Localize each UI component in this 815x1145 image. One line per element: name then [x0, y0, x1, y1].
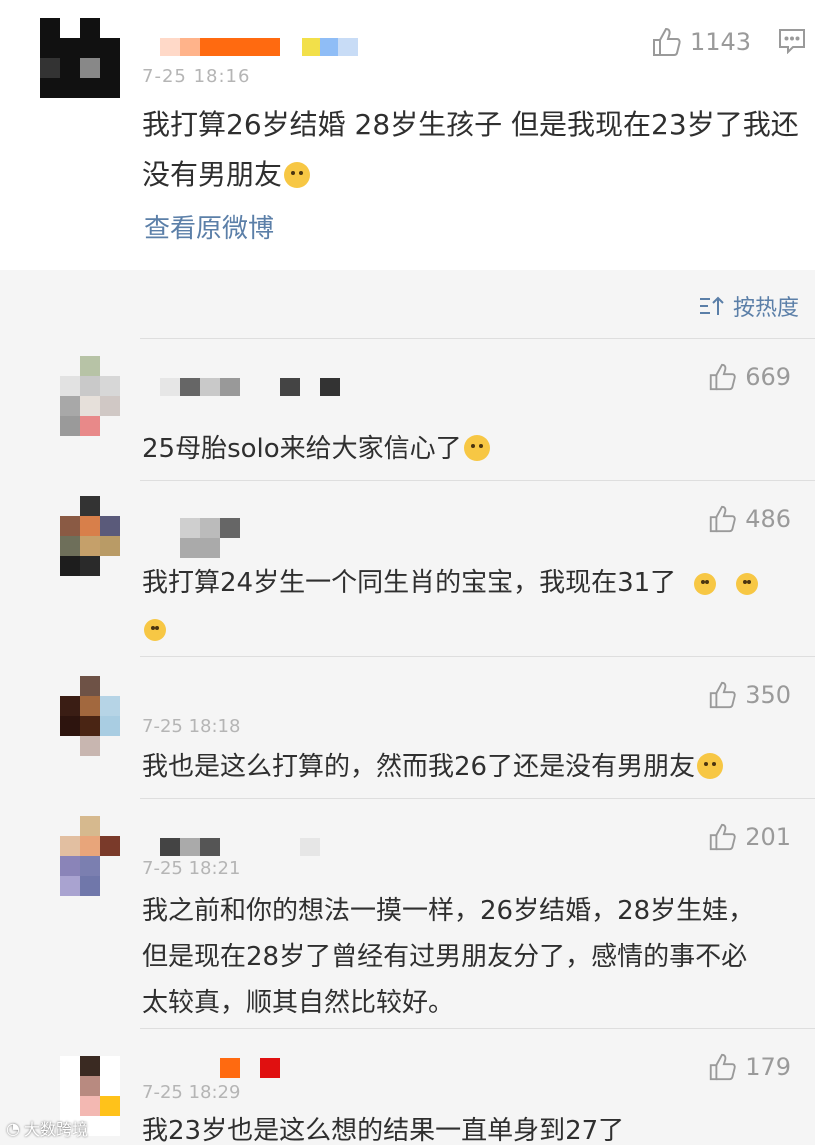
- comment-item: 669 25母胎solo来给大家信心了: [0, 338, 815, 480]
- divider: [140, 656, 815, 657]
- like-button[interactable]: 486: [707, 504, 791, 534]
- avatar[interactable]: [40, 18, 120, 98]
- like-count: 179: [745, 1053, 791, 1081]
- username-redacted[interactable]: [160, 38, 358, 56]
- username-redacted[interactable]: [160, 378, 340, 396]
- laughing-crying-emoji-icon: [463, 435, 490, 461]
- avatar[interactable]: [60, 496, 120, 576]
- thumbs-up-icon: [710, 363, 736, 391]
- post-text-content: 我打算26岁结婚 28岁生孩子 但是我现在23岁了我还没有男朋友: [142, 108, 799, 191]
- crying-emoji-icon: [694, 573, 717, 595]
- avatar[interactable]: [60, 816, 120, 896]
- like-count: 486: [745, 505, 791, 533]
- comment-text: 25母胎solo来给大家信心了: [142, 426, 782, 472]
- avatar[interactable]: [60, 676, 120, 756]
- crying-emoji-icon: [144, 619, 166, 641]
- post-text: 我打算26岁结婚 28岁生孩子 但是我现在23岁了我还没有男朋友: [142, 100, 802, 200]
- divider: [140, 480, 815, 481]
- avatar[interactable]: [60, 356, 120, 436]
- divider: [140, 798, 815, 799]
- comment-item: 350 7-25 18:18 我也是这么打算的，然而我26了还是没有男朋友: [0, 656, 815, 798]
- comment-item: 179 7-25 18:29 我23岁也是这么想的结果一直单身到27了: [0, 1028, 815, 1145]
- like-button[interactable]: 669: [707, 362, 791, 392]
- post-like-count: 1143: [690, 28, 752, 56]
- comment-text: 我也是这么打算的，然而我26了还是没有男朋友: [142, 744, 802, 790]
- thumbs-up-icon: [710, 823, 736, 851]
- shrug-emoji-icon: [697, 753, 724, 779]
- sort-bar: 按热度: [0, 270, 815, 338]
- sort-label: 按热度: [732, 296, 799, 321]
- like-button[interactable]: 201: [707, 822, 791, 852]
- divider: [140, 1028, 815, 1029]
- original-post: 7-25 18:16 1143 我打算26岁结婚 28岁生孩子 但是我现在23岁…: [0, 0, 815, 270]
- comment-text-content: 我打算24岁生一个同生肖的宝宝，我现在31了: [142, 568, 677, 598]
- comment-text: 我打算24岁生一个同生肖的宝宝，我现在31了: [142, 560, 802, 652]
- like-count: 201: [745, 823, 791, 851]
- watermark: ◔ 大数跨境: [6, 1116, 88, 1140]
- thumbs-up-icon: [710, 1053, 736, 1081]
- comment-timestamp: 7-25 18:18: [142, 716, 241, 737]
- post-timestamp: 7-25 18:16: [142, 66, 251, 87]
- username-redacted[interactable]: [160, 518, 240, 558]
- like-count: 350: [745, 681, 791, 709]
- comment-text-content: 我也是这么打算的，然而我26了还是没有男朋友: [142, 752, 696, 782]
- shrug-emoji-icon: [284, 162, 311, 188]
- view-original-link[interactable]: 查看原微博: [144, 208, 274, 245]
- watermark-text: 大数跨境: [23, 1120, 88, 1139]
- crying-emoji-icon: [736, 573, 759, 595]
- comment-text-content: 25母胎solo来给大家信心了: [142, 434, 462, 464]
- divider: [140, 338, 815, 339]
- sort-icon: [699, 296, 724, 315]
- username-redacted[interactable]: [160, 1058, 280, 1078]
- comment-timestamp: 7-25 18:29: [142, 1082, 241, 1103]
- comment-item: 201 7-25 18:21 我之前和你的想法一摸一样，26岁结婚，28岁生娃，…: [0, 798, 815, 1028]
- comment-text: 我23岁也是这么想的结果一直单身到27了: [142, 1116, 625, 1145]
- like-button[interactable]: 350: [707, 680, 791, 710]
- post-like-button[interactable]: 1143: [650, 26, 751, 58]
- thumbs-up-icon: [710, 505, 736, 533]
- comment-text: 我之前和你的想法一摸一样，26岁结婚，28岁生娃，但是现在28岁了曾经有过男朋友…: [142, 896, 755, 1018]
- thumbs-up-icon: [710, 681, 736, 709]
- comment-item: 486 我打算24岁生一个同生肖的宝宝，我现在31了: [0, 480, 815, 656]
- watermark-logo-icon: ◔: [6, 1118, 20, 1138]
- thumbs-up-icon: [653, 27, 681, 56]
- comment-icon[interactable]: [778, 28, 806, 54]
- comment-timestamp: 7-25 18:21: [142, 858, 241, 879]
- sort-button[interactable]: 按热度: [699, 290, 799, 322]
- username-redacted[interactable]: [160, 838, 320, 856]
- like-button[interactable]: 179: [707, 1052, 791, 1082]
- like-count: 669: [745, 363, 791, 391]
